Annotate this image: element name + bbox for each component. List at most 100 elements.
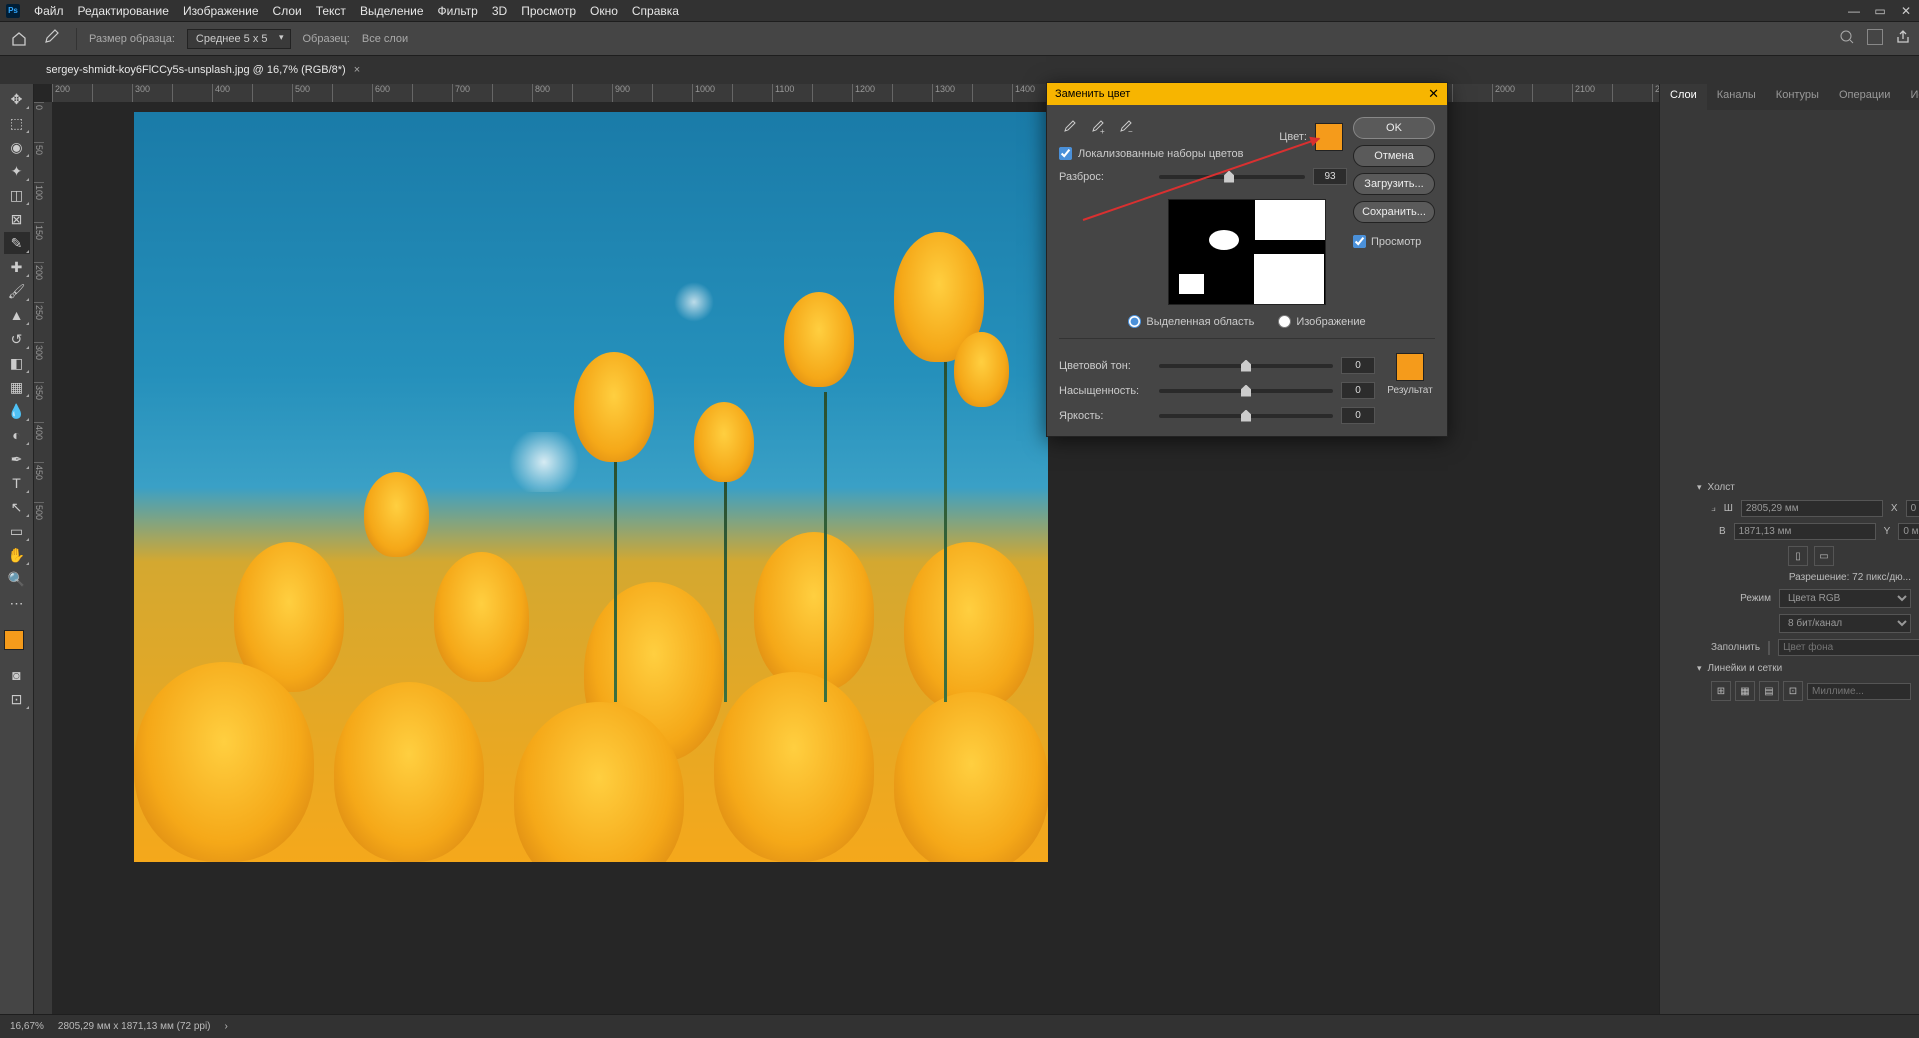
menu-image[interactable]: Изображение: [183, 4, 259, 18]
selection-radio[interactable]: Выделенная область: [1128, 315, 1254, 328]
lasso-tool[interactable]: ◉: [4, 136, 30, 158]
status-chevron-icon[interactable]: ›: [225, 1021, 228, 1032]
window-close[interactable]: ✕: [1899, 4, 1913, 18]
ruler-toggle-3[interactable]: ▤: [1759, 681, 1779, 701]
localized-checkbox[interactable]: [1059, 147, 1072, 160]
link-icon[interactable]: ⟓: [1711, 503, 1716, 514]
menu-edit[interactable]: Редактирование: [78, 4, 169, 18]
screen-mode[interactable]: ⊡: [4, 688, 30, 710]
menu-view[interactable]: Просмотр: [521, 4, 576, 18]
history-brush-tool[interactable]: ↺: [4, 328, 30, 350]
magic-wand-tool[interactable]: ✦: [4, 160, 30, 182]
path-tool[interactable]: ↖: [4, 496, 30, 518]
orientation-portrait[interactable]: ▯: [1788, 546, 1808, 566]
document-canvas[interactable]: [134, 112, 1048, 862]
zoom-level[interactable]: 16,67%: [10, 1021, 44, 1032]
sat-value[interactable]: 0: [1341, 382, 1375, 399]
cancel-button[interactable]: Отмена: [1353, 145, 1435, 167]
sat-slider[interactable]: [1159, 389, 1333, 393]
menu-layers[interactable]: Слои: [273, 4, 302, 18]
zoom-tool[interactable]: 🔍: [4, 568, 30, 590]
fill-input[interactable]: [1778, 639, 1919, 656]
rulers-section-header[interactable]: Линейки и сетки: [1697, 659, 1911, 678]
marquee-tool[interactable]: ⬚: [4, 112, 30, 134]
frame-tool[interactable]: ⊠: [4, 208, 30, 230]
ruler-toggle-1[interactable]: ⊞: [1711, 681, 1731, 701]
dialog-titlebar[interactable]: Заменить цвет ✕: [1047, 83, 1447, 105]
unit-input[interactable]: [1807, 683, 1911, 700]
eyedropper-tool[interactable]: ✎: [4, 232, 30, 254]
home-icon[interactable]: [8, 28, 30, 50]
fill-swatch[interactable]: [1768, 641, 1770, 655]
options-bar: Размер образца: Среднее 5 x 5 Образец: В…: [0, 22, 1919, 56]
edit-toolbar[interactable]: ⋯: [4, 592, 30, 614]
sample-size-dropdown[interactable]: Среднее 5 x 5: [187, 29, 291, 49]
document-tab[interactable]: sergey-shmidt-koy6FlCCy5s-unsplash.jpg @…: [36, 56, 370, 84]
width-input[interactable]: [1741, 500, 1883, 517]
tab-layers[interactable]: Слои: [1660, 84, 1707, 110]
blur-tool[interactable]: 💧: [4, 400, 30, 422]
menu-file[interactable]: Файл: [34, 4, 64, 18]
light-slider[interactable]: [1159, 414, 1333, 418]
tab-paths[interactable]: Контуры: [1766, 84, 1829, 110]
quick-mask[interactable]: ◙: [4, 664, 30, 686]
clone-tool[interactable]: ▲: [4, 304, 30, 326]
menu-filter[interactable]: Фильтр: [438, 4, 478, 18]
crop-tool[interactable]: ◫: [4, 184, 30, 206]
dodge-tool[interactable]: ◐: [4, 424, 30, 446]
window-minimize[interactable]: —: [1847, 4, 1861, 18]
fuzziness-value[interactable]: 93: [1313, 168, 1347, 185]
brush-tool[interactable]: 🖌: [4, 280, 30, 302]
hue-slider[interactable]: [1159, 364, 1333, 368]
color-swatches[interactable]: [4, 622, 30, 652]
menu-window[interactable]: Окно: [590, 4, 618, 18]
mode-select[interactable]: Цвета RGB: [1779, 589, 1911, 608]
eyedropper-subtract-icon[interactable]: −: [1115, 117, 1135, 137]
eraser-tool[interactable]: ◧: [4, 352, 30, 374]
replace-color-dialog: Заменить цвет ✕ OK Отмена Загрузить... С…: [1046, 82, 1448, 437]
ruler-toggle-2[interactable]: ▦: [1735, 681, 1755, 701]
pen-tool[interactable]: ✒: [4, 448, 30, 470]
save-button[interactable]: Сохранить...: [1353, 201, 1435, 223]
image-radio[interactable]: Изображение: [1278, 315, 1365, 328]
height-input[interactable]: [1734, 523, 1876, 540]
preview-checkbox[interactable]: [1353, 235, 1366, 248]
hue-value[interactable]: 0: [1341, 357, 1375, 374]
preview-checkbox-row[interactable]: Просмотр: [1353, 235, 1435, 248]
menu-select[interactable]: Выделение: [360, 4, 424, 18]
eyedropper-icon[interactable]: [1059, 117, 1079, 137]
close-tab-icon[interactable]: ×: [354, 64, 360, 76]
fuzziness-slider[interactable]: [1159, 175, 1305, 179]
hand-tool[interactable]: ✋: [4, 544, 30, 566]
gradient-tool[interactable]: ▦: [4, 376, 30, 398]
canvas-section-header[interactable]: Холст: [1697, 478, 1911, 497]
shape-tool[interactable]: ▭: [4, 520, 30, 542]
ok-button[interactable]: OK: [1353, 117, 1435, 139]
orientation-landscape[interactable]: ▭: [1814, 546, 1834, 566]
tab-actions[interactable]: Операции: [1829, 84, 1900, 110]
move-tool[interactable]: ✥: [4, 88, 30, 110]
healing-tool[interactable]: ✚: [4, 256, 30, 278]
menu-text[interactable]: Текст: [316, 4, 346, 18]
light-value[interactable]: 0: [1341, 407, 1375, 424]
tab-channels[interactable]: Каналы: [1707, 84, 1766, 110]
close-icon[interactable]: ✕: [1428, 86, 1439, 102]
load-button[interactable]: Загрузить...: [1353, 173, 1435, 195]
menu-help[interactable]: Справка: [632, 4, 679, 18]
ruler-toggle-4[interactable]: ⊡: [1783, 681, 1803, 701]
workspace-icon[interactable]: [1867, 29, 1883, 45]
depth-select[interactable]: 8 бит/канал: [1779, 614, 1911, 633]
menu-3d[interactable]: 3D: [492, 4, 507, 18]
window-restore[interactable]: ▭: [1873, 4, 1887, 18]
result-swatch[interactable]: [1396, 353, 1424, 381]
tab-history[interactable]: История: [1900, 84, 1919, 110]
x-input[interactable]: [1906, 500, 1919, 517]
y-input[interactable]: [1898, 523, 1919, 540]
foreground-swatch[interactable]: [4, 630, 24, 650]
share-icon[interactable]: [1895, 29, 1911, 48]
eyedropper-tool-icon[interactable]: [42, 28, 64, 50]
search-icon[interactable]: [1839, 29, 1855, 48]
hue-label: Цветовой тон:: [1059, 360, 1151, 372]
text-tool[interactable]: T: [4, 472, 30, 494]
eyedropper-add-icon[interactable]: +: [1087, 117, 1107, 137]
